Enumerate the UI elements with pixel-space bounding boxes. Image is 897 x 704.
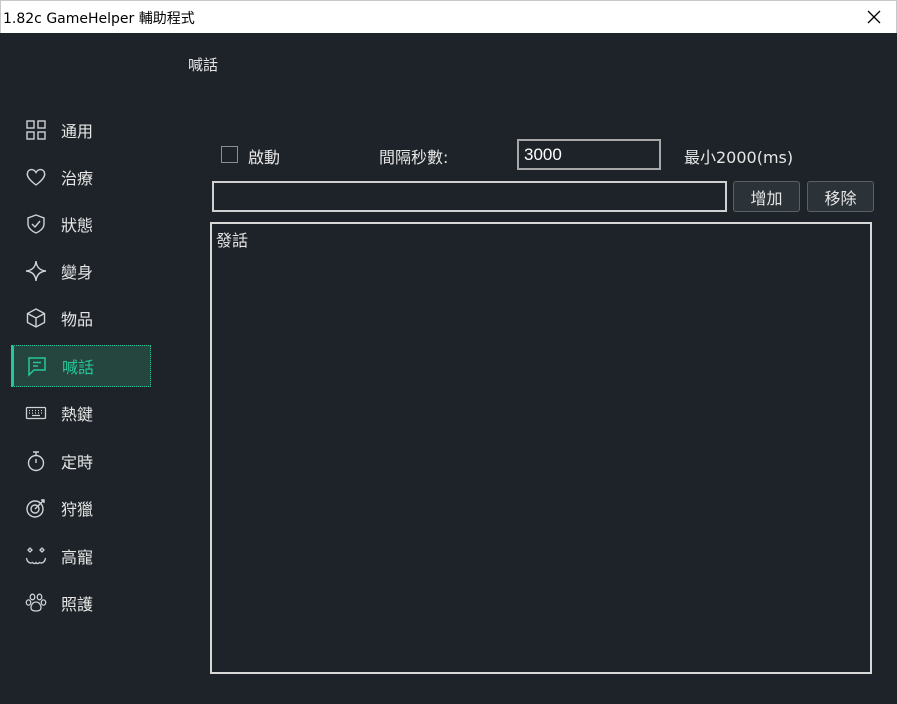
title-bar: 1.82c GameHelper 輔助程式 xyxy=(0,0,897,33)
page-title: 喊話 xyxy=(188,56,219,74)
min-interval-hint: 最小2000(ms) xyxy=(684,148,794,167)
sidebar-item-label: 物品 xyxy=(61,310,94,329)
sidebar-item-label: 照護 xyxy=(61,595,94,614)
sidebar-item-transform[interactable]: 變身 xyxy=(11,250,151,292)
shield-icon xyxy=(24,212,48,236)
sidebar-item-label: 熱鍵 xyxy=(61,405,94,424)
sidebar-item-care[interactable]: 照護 xyxy=(11,582,151,624)
sidebar-item-label: 通用 xyxy=(61,122,94,141)
close-icon xyxy=(867,10,881,24)
target-icon xyxy=(24,496,48,520)
enable-checkbox[interactable] xyxy=(221,146,238,163)
interval-label: 間隔秒數: xyxy=(379,148,449,167)
remove-button[interactable]: 移除 xyxy=(807,181,874,212)
paw-icon xyxy=(24,591,48,615)
sidebar-item-label: 定時 xyxy=(61,453,94,472)
sidebar-item-heal[interactable]: 治療 xyxy=(11,156,151,198)
list-column-header: 發話 xyxy=(216,231,249,250)
sidebar-item-label: 喊話 xyxy=(62,358,95,377)
pet-face-icon xyxy=(24,544,48,568)
sidebar-item-hotkeys[interactable]: 熱鍵 xyxy=(11,392,151,434)
timer-icon xyxy=(24,449,48,473)
message-input[interactable] xyxy=(212,181,727,212)
interval-input[interactable] xyxy=(517,139,661,170)
sidebar-item-label: 高寵 xyxy=(61,548,94,567)
window-title: 1.82c GameHelper 輔助程式 xyxy=(3,11,195,27)
sidebar-item-label: 變身 xyxy=(61,263,94,282)
enable-label: 啟動 xyxy=(248,148,281,167)
add-button[interactable]: 增加 xyxy=(733,181,800,212)
close-button[interactable] xyxy=(858,3,890,31)
app-window: 喊話 通用 治療 狀態 變身 物品 喊話 熱鍵 定時 狩獵 高寵 照護 啟動 間… xyxy=(0,33,897,704)
message-list[interactable]: 發話 xyxy=(210,222,872,674)
sidebar-item-label: 治療 xyxy=(61,169,94,188)
sidebar-item-status[interactable]: 狀態 xyxy=(11,203,151,245)
keyboard-icon xyxy=(24,401,48,425)
sidebar-item-items[interactable]: 物品 xyxy=(11,297,151,339)
sparkle-icon xyxy=(24,259,48,283)
sidebar-item-label: 狀態 xyxy=(61,216,94,235)
sidebar-item-label: 狩獵 xyxy=(61,500,94,519)
sidebar-item-shout[interactable]: 喊話 xyxy=(11,345,151,387)
sidebar-item-general[interactable]: 通用 xyxy=(11,109,151,151)
heart-icon xyxy=(24,165,48,189)
cube-icon xyxy=(24,306,48,330)
chat-icon xyxy=(25,354,49,378)
sidebar-item-hunt[interactable]: 狩獵 xyxy=(11,487,151,529)
sidebar-item-timer[interactable]: 定時 xyxy=(11,440,151,482)
grid-icon xyxy=(24,118,48,142)
sidebar-item-pet[interactable]: 高寵 xyxy=(11,535,151,577)
